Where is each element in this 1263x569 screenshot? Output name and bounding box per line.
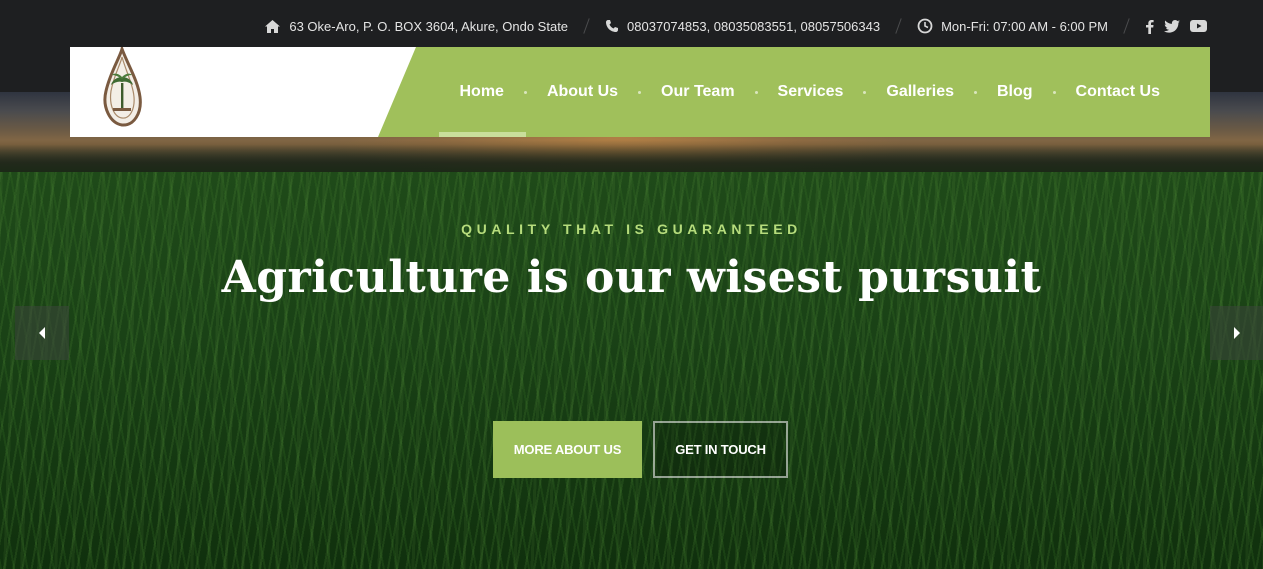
top-info-row: 63 Oke-Aro, P. O. BOX 3604, Akure, Ondo … — [264, 14, 1207, 38]
divider — [1123, 18, 1130, 34]
social-links — [1145, 19, 1207, 34]
nav-item-blog[interactable]: Blog — [997, 47, 1033, 137]
divider — [583, 18, 590, 34]
youtube-icon[interactable] — [1190, 20, 1207, 32]
site-logo[interactable] — [100, 43, 150, 131]
hours-info: Mon-Fri: 07:00 AM - 6:00 PM — [917, 18, 1108, 34]
phone-icon — [606, 20, 619, 32]
nav-separator-dot — [638, 90, 642, 94]
nav-separator-dot — [1052, 90, 1056, 94]
hero-slider: QUALITY THAT IS GUARANTEED Agriculture i… — [0, 92, 1263, 569]
home-icon — [265, 19, 281, 33]
address-info: 63 Oke-Aro, P. O. BOX 3604, Akure, Ondo … — [264, 19, 568, 34]
nav-separator-dot — [754, 90, 758, 94]
nav-separator-dot — [863, 90, 867, 94]
divider — [895, 18, 902, 34]
hours-text: Mon-Fri: 07:00 AM - 6:00 PM — [941, 18, 1108, 34]
twitter-icon[interactable] — [1164, 19, 1180, 33]
more-about-us-button[interactable]: MORE ABOUT US — [493, 421, 642, 478]
main-nav: Home About Us Our Team Services Gallerie… — [378, 47, 1210, 137]
hero-cta-group: MORE ABOUT US GET IN TOUCH — [493, 421, 788, 478]
nav-item-contact-us[interactable]: Contact Us — [1076, 47, 1160, 137]
phone-text[interactable]: 08037074853, 08035083551, 08057506343 — [627, 19, 880, 34]
site-header: Home About Us Our Team Services Gallerie… — [70, 43, 1210, 137]
logo-emblem-icon — [103, 43, 142, 127]
clock-icon — [917, 18, 933, 34]
nav-list: Home About Us Our Team Services Gallerie… — [439, 47, 1160, 137]
nav-separator-dot — [974, 90, 977, 94]
slider-prev-button[interactable] — [15, 306, 69, 360]
slider-next-button[interactable] — [1210, 306, 1263, 360]
nav-item-home[interactable]: Home — [439, 47, 527, 137]
nav-item-about-us[interactable]: About Us — [547, 47, 618, 137]
nav-item-services[interactable]: Services — [778, 47, 844, 137]
hero-tagline: QUALITY THAT IS GUARANTEED — [461, 221, 802, 237]
nav-item-our-team[interactable]: Our Team — [661, 47, 735, 137]
chevron-right-icon — [1234, 327, 1240, 339]
nav-separator-dot — [523, 90, 527, 94]
phone-info: 08037074853, 08035083551, 08057506343 — [605, 19, 880, 34]
nav-item-galleries[interactable]: Galleries — [886, 47, 954, 137]
get-in-touch-button[interactable]: GET IN TOUCH — [653, 421, 788, 478]
hero-headline: Agriculture is our wisest pursuit — [221, 252, 1042, 303]
chevron-left-icon — [39, 327, 45, 339]
facebook-icon[interactable] — [1145, 19, 1154, 34]
address-text: 63 Oke-Aro, P. O. BOX 3604, Akure, Ondo … — [289, 18, 569, 34]
